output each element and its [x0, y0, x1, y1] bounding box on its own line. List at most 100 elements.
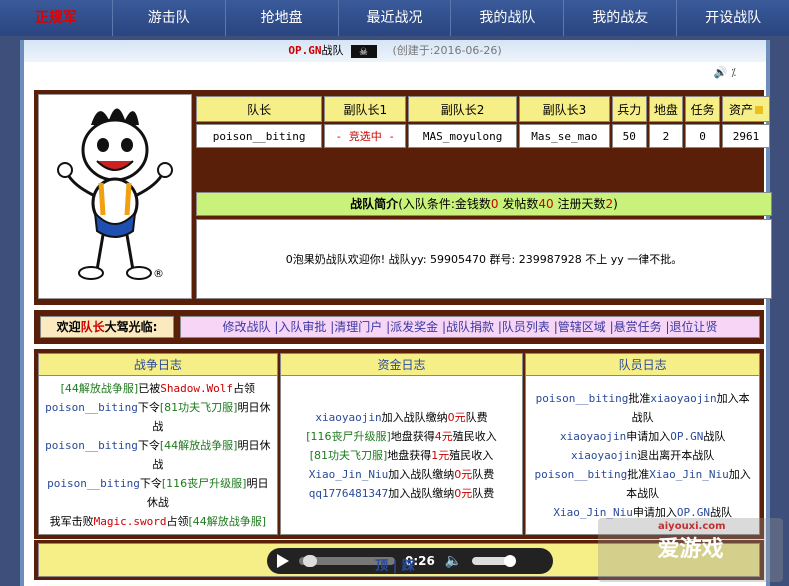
link-distribute-bonus[interactable]: 派发奖金 [390, 320, 438, 334]
mascot-icon: ® [57, 108, 173, 280]
log-part: 队费 [472, 486, 495, 500]
nav-recent-battles[interactable]: 最近战况 [339, 0, 452, 36]
list-item: Xiao_Jin_Niu加入战队缴纳0元队费 [309, 465, 494, 484]
log-part[interactable]: [44解放战争服] [188, 515, 266, 528]
nav-regular-army[interactable]: 正规军 [0, 0, 113, 36]
header-assets: 资产 [721, 96, 770, 122]
log-part[interactable]: Magic.sword [94, 515, 167, 528]
header-captain: 队长 [196, 96, 323, 122]
log-part: 1元 [431, 448, 450, 462]
log-part: 地盘获得 [390, 429, 435, 443]
logs-section: 战争日志 [44解放战争服]已被Shadow.Wolf占领 poison__bi… [34, 349, 764, 539]
intro-money: 0 [490, 197, 499, 211]
log-part[interactable]: poison__biting [536, 392, 629, 405]
territory-value: 2 [648, 124, 684, 148]
log-part: 下令 [137, 401, 160, 414]
speaker-icon[interactable]: 🔊 ⁒ [714, 66, 736, 79]
header-territory: 地盘 [648, 96, 684, 122]
link-edit-team[interactable]: 修改战队 [222, 320, 270, 334]
link-member-list[interactable]: 队员列表 [502, 320, 550, 334]
vice3-name[interactable]: Mas_se_mao [518, 124, 610, 148]
upvote-link[interactable]: 顶 [375, 559, 388, 574]
svg-text:®: ® [153, 267, 164, 280]
team-logo: ® [38, 94, 192, 299]
link-abdicate[interactable]: 退位让贤 [669, 320, 717, 334]
list-item: poison__biting批准Xiao_Jin_Niu加入本战队 [530, 465, 755, 503]
list-item: [44解放战争服]已被Shadow.Wolf占领 [61, 379, 255, 398]
war-log-title: 战争日志 [39, 354, 277, 376]
log-part: 殖民收入 [452, 429, 497, 443]
link-clean-house[interactable]: 清理门户 [334, 320, 382, 334]
intro-days: 2 [605, 197, 614, 211]
link-join-approval[interactable]: 入队审批 [278, 320, 326, 334]
watermark-text: 爱游戏 [657, 537, 724, 562]
log-part[interactable]: OP.GN [670, 430, 703, 443]
log-part[interactable]: [116丧尸升级服] [306, 430, 391, 443]
log-part[interactable]: poison__biting [45, 439, 138, 452]
log-part[interactable]: xiaoyaojin [315, 411, 381, 424]
log-part[interactable]: [81功夫飞刀服] [310, 449, 388, 462]
log-part: 下令 [139, 477, 162, 490]
nav-guerrilla[interactable]: 游击队 [113, 0, 226, 36]
list-item: [81功夫飞刀服]地盘获得1元殖民收入 [310, 446, 494, 465]
war-log: 战争日志 [44解放战争服]已被Shadow.Wolf占领 poison__bi… [38, 353, 278, 535]
assets-label: 资产 [728, 102, 753, 117]
log-part[interactable]: [44解放战争服] [160, 439, 238, 452]
intro-title: 战队简介 [350, 197, 399, 211]
log-part[interactable]: [44解放战争服] [61, 382, 139, 395]
downvote-link[interactable]: 踩 [402, 559, 415, 574]
log-part[interactable]: [116丧尸升级服] [162, 477, 247, 490]
log-part[interactable]: poison__biting [45, 401, 138, 414]
log-part[interactable]: Xiao_Jin_Niu [553, 506, 632, 519]
list-item: qq1776481347加入战队缴纳0元队费 [309, 484, 494, 503]
member-log-body: poison__biting批准xiaoyaojin加入本战队 xiaoyaoj… [526, 376, 759, 534]
log-part[interactable]: [81功夫飞刀服] [160, 401, 238, 414]
team-suffix: 战队 [321, 44, 344, 57]
vote-separator: | [392, 559, 398, 574]
log-part: 我军击败 [49, 515, 94, 528]
list-item: poison__biting下令[44解放战争服]明日休战 [43, 436, 273, 474]
intro-body: 0泡果奶战队欢迎你! 战队yy: 59905470 群号: 239987928 … [196, 219, 772, 299]
log-part[interactable]: Xiao_Jin_Niu [649, 468, 728, 481]
log-part: 加入战队缴纳 [381, 410, 448, 424]
header-vice1: 副队长1 [324, 96, 407, 122]
welcome-suffix: 大驾光临: [104, 320, 158, 334]
assets-value: 2961 [721, 124, 770, 148]
intro-posts: 40 [538, 197, 554, 211]
log-part: 4元 [434, 429, 453, 443]
log-part[interactable]: OP.GN [677, 506, 710, 519]
site-watermark: aiyouxi.com 爱游戏 [598, 518, 783, 582]
list-item: poison__biting批准xiaoyaojin加入本战队 [530, 389, 755, 427]
log-part[interactable]: Xiao_Jin_Niu [309, 468, 388, 481]
intro-posts-label: 发帖数 [498, 197, 539, 211]
stats-table: 队长 副队长1 副队长2 副队长3 兵力 地盘 任务 资产 poison__bi… [194, 94, 772, 150]
log-part: 已被 [138, 382, 161, 395]
log-part: 批准 [628, 391, 651, 405]
log-part[interactable]: poison__biting [47, 477, 140, 490]
log-part: 0元 [454, 467, 473, 481]
log-part: 申请加入 [626, 429, 671, 443]
team-info-panel: ® 队长 副队长1 副队长2 副队长3 兵力 地盘 任务 资产 poison__… [34, 90, 772, 305]
list-item: xiaoyaojin退出离开本战队 [571, 446, 714, 465]
log-part[interactable]: poison__biting [535, 468, 628, 481]
nav-my-team[interactable]: 我的战队 [451, 0, 565, 36]
link-team-donation[interactable]: 战队捐款 [446, 320, 494, 334]
vice2-name[interactable]: MAS_moyulong [408, 124, 517, 148]
team-title-bar: OP.GN战队 (创建于:2016-06-26) [24, 40, 766, 64]
log-part: 退出离开本战队 [637, 448, 715, 462]
captain-name[interactable]: poison__biting [196, 124, 323, 148]
link-bounty[interactable]: 悬赏任务 [614, 320, 662, 334]
intro-cond-suffix: ) [613, 197, 618, 211]
log-part[interactable]: xiaoyaojin [571, 449, 637, 462]
link-jurisdiction[interactable]: 管辖区域 [558, 320, 606, 334]
log-part[interactable]: Shadow.Wolf [160, 382, 233, 395]
log-part[interactable]: xiaoyaojin [560, 430, 626, 443]
admin-links: 修改战队 |入队审批 |清理门户 |派发奖金 |战队捐款 |队员列表 |管辖区域… [180, 316, 760, 338]
nav-create-team[interactable]: 开设战队 [677, 0, 789, 36]
nav-my-comrades[interactable]: 我的战友 [564, 0, 678, 36]
list-item: [116丧尸升级服]地盘获得4元殖民收入 [306, 427, 497, 446]
log-part[interactable]: qq1776481347 [309, 487, 388, 500]
log-part[interactable]: xiaoyaojin [650, 392, 716, 405]
nav-grab-territory[interactable]: 抢地盘 [226, 0, 339, 36]
missions-value: 0 [685, 124, 720, 148]
